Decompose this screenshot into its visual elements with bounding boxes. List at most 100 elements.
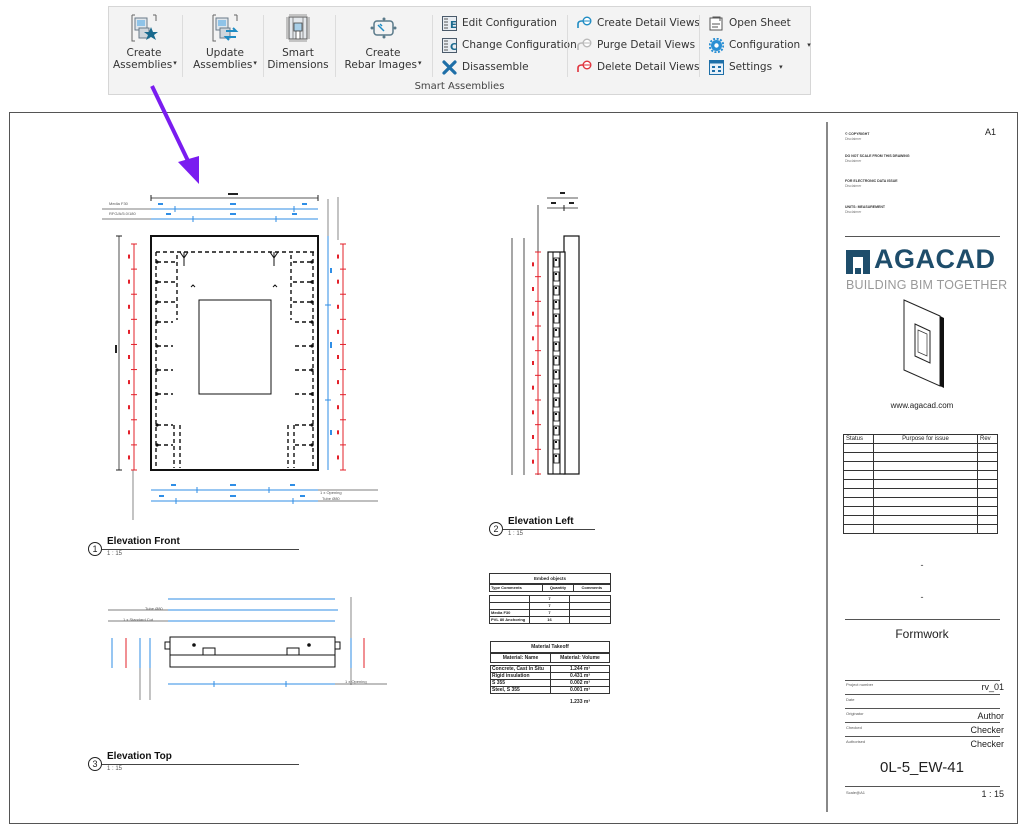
- view-number-badge: 1: [88, 542, 102, 556]
- rebar-end-marker: [155, 280, 159, 284]
- table-row: [843, 506, 998, 516]
- view-title-elevation-top[interactable]: Elevation Top: [107, 751, 172, 762]
- table-row: [843, 524, 998, 534]
- drawing-name: Formwork: [895, 627, 949, 641]
- rebar-end-marker: [155, 260, 159, 264]
- rev-header-rev: Rev: [977, 434, 998, 444]
- cell: [489, 602, 530, 610]
- embedded-objects-schedule-title: Embed objects: [489, 573, 611, 584]
- table-row: [843, 515, 998, 525]
- schedule-header-cell: Material: Name: [490, 653, 551, 663]
- title-block-divider: [845, 736, 1000, 737]
- view-title-underline: [102, 764, 299, 765]
- schedule-header-cell: Comments: [572, 584, 612, 592]
- logo-text: AGACAD: [874, 244, 996, 274]
- label-standard-cut-top: 1 x Standard Cut: [123, 617, 154, 622]
- rebar-dot: [555, 399, 557, 401]
- cell: 16: [529, 616, 570, 624]
- red-dimension-text: [532, 410, 534, 415]
- rebar-end-marker: [310, 344, 314, 348]
- table-row: [843, 479, 998, 489]
- view-number-badge: 2: [489, 522, 503, 536]
- field-label-checked: Checked: [846, 725, 862, 730]
- view-title-elevation-front[interactable]: Elevation Front: [107, 536, 180, 547]
- agacad-logo-icon: [846, 250, 870, 274]
- field-value-authorised: Checker: [970, 739, 1004, 749]
- field-value-project-number: rv_01: [981, 682, 1004, 692]
- table-row: [843, 443, 998, 453]
- label-tube-front: Tube Ø80: [322, 496, 340, 501]
- red-dimension-text: [337, 455, 339, 460]
- note-heading: DO NOT SCALE FROM THIS DRAWING: [845, 154, 910, 158]
- view-scale: 1 : 15: [508, 531, 524, 537]
- note-heading: FOR ELECTRONIC DATA ISSUE: [845, 179, 898, 183]
- title-block-divider: [845, 708, 1000, 709]
- rebar-end-marker: [155, 300, 159, 304]
- material-takeoff-body: Concrete, Cast In Situ 1.244 m³ Rigid ins…: [490, 665, 610, 694]
- rebar-dot: [555, 427, 557, 429]
- company-url[interactable]: www.agacad.com: [846, 401, 998, 410]
- rebar-end-marker: [155, 392, 159, 396]
- rebar-end-marker: [310, 300, 314, 304]
- label-opening-front: 1 x Opening: [320, 490, 342, 495]
- material-takeoff-total: 1.233 m³: [569, 699, 590, 705]
- cell: [569, 602, 611, 610]
- table-row: [843, 461, 998, 471]
- red-dimension-text: [128, 430, 130, 435]
- annotation-arrow: [150, 85, 199, 184]
- cell: [569, 595, 611, 603]
- field-label-originator: Originator: [846, 711, 864, 716]
- material-takeoff-header: Material: Name Material: Volume: [490, 653, 610, 663]
- title-block-divider: [845, 786, 1000, 787]
- rebar-dot: [555, 357, 557, 359]
- rebar-end-marker: [310, 260, 314, 264]
- title-dash-2: -: [920, 592, 924, 602]
- red-dimension-text: [532, 459, 534, 464]
- wall-panel-thumbnail: [903, 299, 944, 388]
- rev-header-purpose: Purpose for issue: [873, 434, 978, 444]
- table-row: 7: [489, 595, 611, 603]
- label-rfg: RFG/A/5.0/180: [109, 211, 136, 216]
- table-row: [843, 452, 998, 462]
- cell: 0.002 m³: [550, 679, 610, 687]
- red-dimension-text: [337, 279, 339, 284]
- rebar-dot: [555, 371, 557, 373]
- table-row: [843, 497, 998, 507]
- sheet-drawings: [102, 85, 944, 700]
- cell: 0.431 m³: [550, 672, 610, 680]
- cell: 7: [529, 609, 570, 617]
- field-label-date: Date: [846, 697, 855, 702]
- rebar-dot: [555, 343, 557, 345]
- red-dimension-text: [337, 355, 339, 359]
- title-dash-1: -: [920, 560, 924, 570]
- red-dimension-text: [337, 329, 339, 334]
- rebar-end-marker: [155, 368, 159, 372]
- rebar-end-marker: [155, 344, 159, 348]
- cell: Media F30: [489, 609, 530, 617]
- rebar-dot: [555, 455, 557, 457]
- cell: 1.244 m³: [550, 665, 610, 673]
- cell: Steel, S 355: [490, 686, 551, 694]
- scale-label: Scale@A1: [846, 790, 865, 795]
- field-label-project-number: Project number: [846, 682, 874, 687]
- note-sub: Disclaimer: [845, 210, 862, 214]
- rebar-end-marker: [310, 392, 314, 396]
- sheet-number: 0L-5_EW-41: [880, 759, 964, 776]
- view-title-underline: [503, 529, 595, 530]
- table-row: Concrete, Cast In Situ 1.244 m³: [490, 665, 610, 673]
- title-block-border: [826, 122, 828, 812]
- red-dimension-text: [337, 304, 339, 309]
- schedule-header-cell: Type Comments: [488, 584, 544, 592]
- title-block-divider: [845, 680, 1000, 681]
- view-title-elevation-left[interactable]: Elevation Left: [508, 516, 574, 527]
- table-row: PVL 80 Anchoring 16: [489, 616, 611, 624]
- table-row: [843, 470, 998, 480]
- rebar-end-marker: [310, 280, 314, 284]
- rebar-dot: [555, 413, 557, 415]
- note-sub: Disclaimer: [845, 137, 862, 141]
- schedule-header-cell: Material: Volume: [550, 653, 610, 663]
- schedule-header-cell: Quantity: [542, 584, 574, 592]
- red-dimension-text: [532, 435, 534, 439]
- logo-tagline: BUILDING BIM TOGETHER: [846, 278, 1008, 292]
- note-sub: Disclaimer: [845, 184, 862, 188]
